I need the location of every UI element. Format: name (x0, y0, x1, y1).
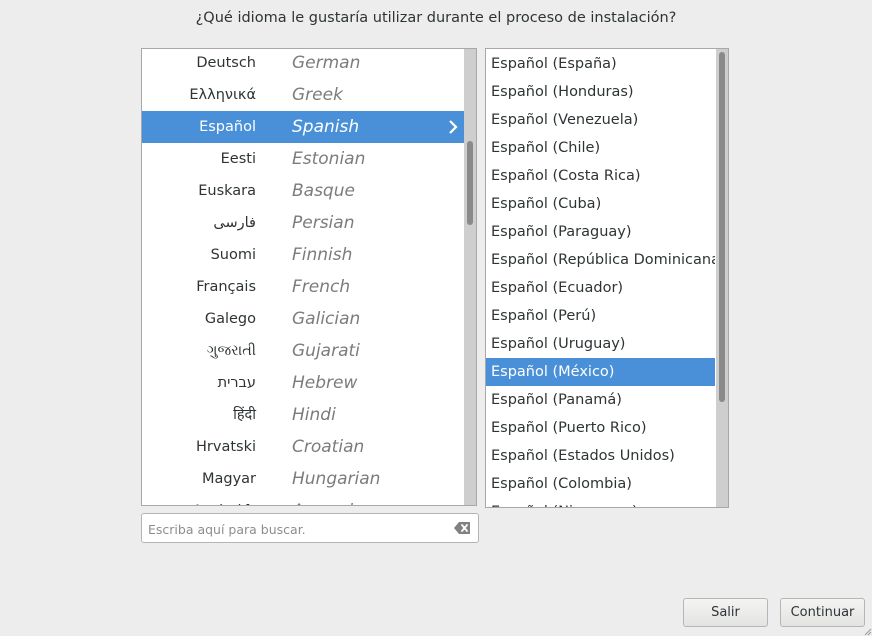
locale-row[interactable]: Español (Nicaragua) (486, 498, 715, 507)
language-row[interactable]: हिंदी Hindi (142, 399, 464, 431)
locale-list-rows: Español (España) Español (Honduras) Españo… (486, 50, 715, 507)
language-row[interactable]: Galego Galician (142, 303, 464, 335)
language-native-name: ગુજરાતી (206, 343, 256, 359)
language-native-name: Ελληνικά (189, 87, 256, 103)
language-english-name: French (292, 277, 351, 297)
language-native-name: हिंदी (233, 407, 256, 423)
language-row[interactable]: Euskara Basque (142, 175, 464, 207)
language-row[interactable]: Hrvatski Croatian (142, 431, 464, 463)
language-english-name: Croatian (292, 437, 365, 457)
language-native-name: Suomi (210, 247, 256, 263)
chevron-right-icon (449, 120, 458, 134)
locale-row[interactable]: Español (Chile) (486, 134, 715, 162)
language-native-name: Հայերեն (191, 495, 256, 505)
language-english-name: Spanish (292, 117, 360, 137)
language-english-name: Gujarati (292, 341, 360, 361)
language-row[interactable]: Español Spanish (142, 111, 464, 143)
language-native-name: Español (199, 119, 256, 135)
continue-button[interactable]: Continuar (780, 598, 865, 627)
resize-grip-icon[interactable] (862, 626, 872, 636)
language-native-name: Galego (204, 311, 256, 327)
locale-row[interactable]: Español (Costa Rica) (486, 162, 715, 190)
language-row[interactable]: Deutsch German (142, 49, 464, 79)
locale-row[interactable]: Español (Ecuador) (486, 274, 715, 302)
language-english-name: Galician (292, 309, 361, 329)
language-native-name: Hrvatski (196, 439, 256, 455)
locale-row[interactable]: Español (Cuba) (486, 190, 715, 218)
locale-row[interactable]: Español (Colombia) (486, 470, 715, 498)
language-native-name: עברית (217, 375, 256, 391)
locale-row[interactable]: Español (República Dominicana) (486, 246, 715, 274)
locale-row[interactable]: Español (Paraguay) (486, 218, 715, 246)
language-row[interactable]: فارسی Persian (142, 207, 464, 239)
locale-list-scrollbar-thumb[interactable] (719, 52, 725, 402)
language-native-name: Magyar (201, 471, 256, 487)
language-row[interactable]: Հայերեն Armenian (142, 495, 464, 505)
language-row[interactable]: Ελληνικά Greek (142, 79, 464, 111)
locale-row[interactable]: Español (Venezuela) (486, 106, 715, 134)
language-selection-screen: ¿Qué idioma le gustaría utilizar durante… (0, 0, 872, 636)
language-list[interactable]: Deutsch German Ελληνικά Greek Español Spanish… (141, 48, 477, 506)
language-row[interactable]: Magyar Hungarian (142, 463, 464, 495)
language-list-scrollbar[interactable] (464, 49, 476, 505)
language-english-name: Armenian (292, 495, 374, 505)
language-english-name: Finnish (292, 245, 353, 265)
language-native-name: Deutsch (196, 55, 256, 71)
language-english-name: Estonian (292, 149, 366, 169)
locale-row[interactable]: Español (Estados Unidos) (486, 442, 715, 470)
language-row[interactable]: Français French (142, 271, 464, 303)
language-list-rows: Deutsch German Ελληνικά Greek Español Spanish… (142, 49, 464, 505)
language-native-name: Eesti (220, 151, 256, 167)
locale-row[interactable]: Español (Honduras) (486, 78, 715, 106)
language-row[interactable]: Suomi Finnish (142, 239, 464, 271)
language-english-name: Hungarian (292, 469, 381, 489)
language-native-name: Français (196, 279, 256, 295)
locale-row[interactable]: Español (Panamá) (486, 386, 715, 414)
locale-row[interactable]: Español (Puerto Rico) (486, 414, 715, 442)
language-list-scrollbar-thumb[interactable] (467, 141, 473, 225)
language-row[interactable]: עברית Hebrew (142, 367, 464, 399)
search-field[interactable] (141, 513, 479, 543)
language-english-name: Hindi (292, 405, 336, 425)
locale-list-scrollbar[interactable] (716, 49, 728, 507)
language-english-name: Greek (292, 85, 343, 105)
search-input[interactable] (146, 518, 450, 540)
language-row[interactable]: ગુજરાતી Gujarati (142, 335, 464, 367)
language-native-name: Euskara (198, 183, 256, 199)
locale-row[interactable]: Español (Perú) (486, 302, 715, 330)
page-title: ¿Qué idioma le gustaría utilizar durante… (195, 10, 677, 26)
locale-row[interactable]: Español (México) (486, 358, 715, 386)
locale-row[interactable]: Español (España) (486, 50, 715, 78)
language-english-name: Basque (292, 181, 355, 201)
language-english-name: German (292, 53, 361, 73)
language-row[interactable]: Eesti Estonian (142, 143, 464, 175)
language-native-name: فارسی (213, 215, 256, 231)
quit-button[interactable]: Salir (683, 598, 768, 627)
language-english-name: Hebrew (292, 373, 358, 393)
locale-row[interactable]: Español (Uruguay) (486, 330, 715, 358)
locale-list[interactable]: Español (España) Español (Honduras) Españo… (485, 48, 729, 508)
clear-text-icon[interactable] (454, 521, 471, 535)
language-english-name: Persian (292, 213, 355, 233)
